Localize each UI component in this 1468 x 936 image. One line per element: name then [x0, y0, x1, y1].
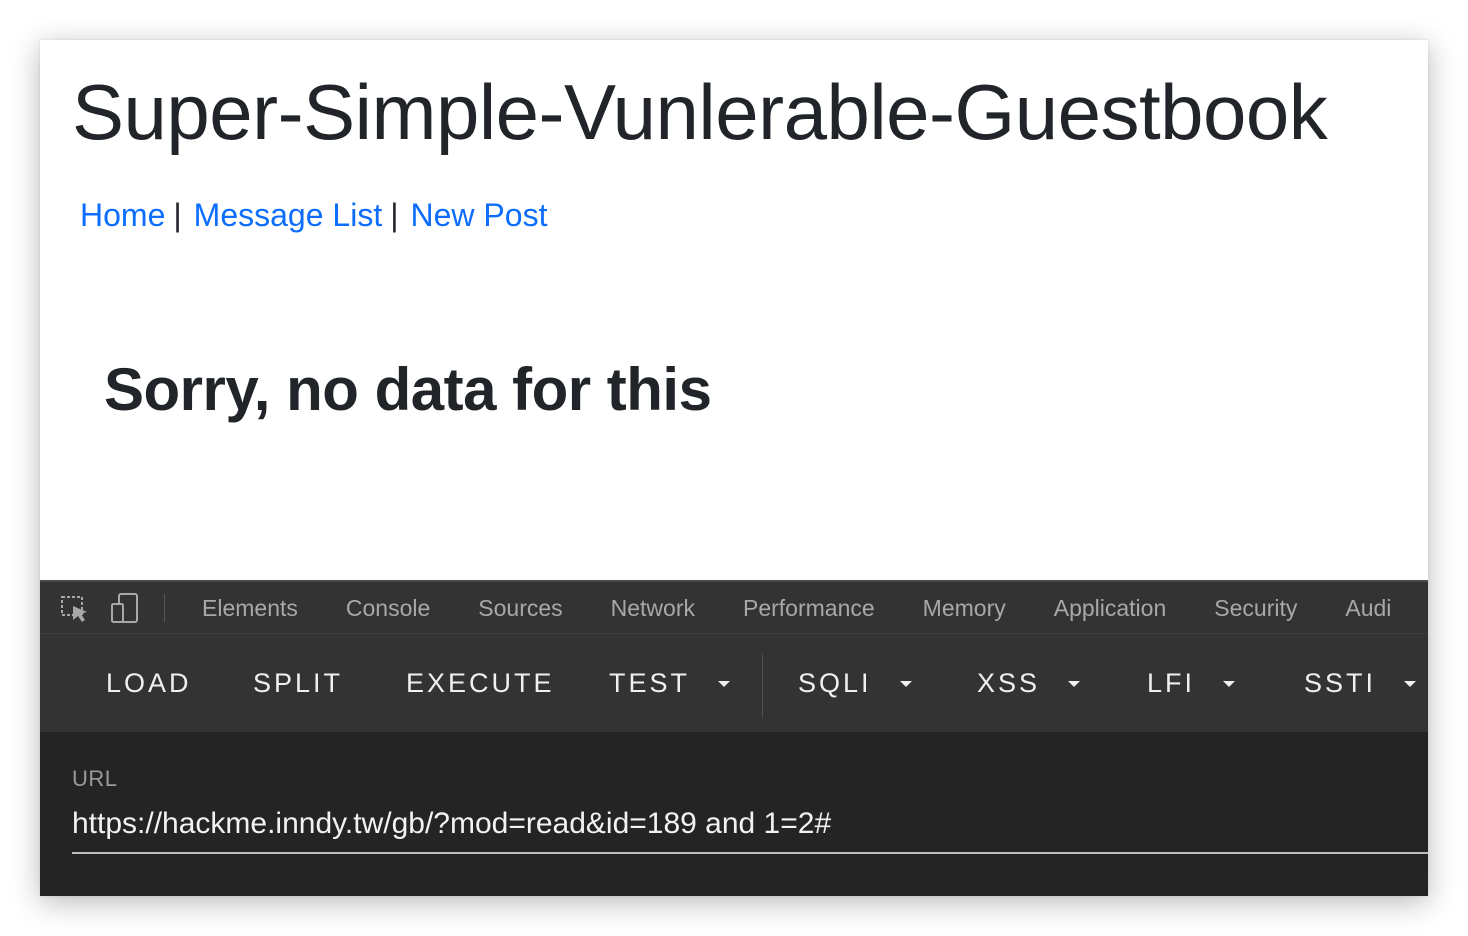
- load-button-label: LOAD: [106, 667, 192, 698]
- tab-console[interactable]: Console: [322, 582, 454, 633]
- tab-elements[interactable]: Elements: [178, 582, 322, 633]
- nav-link-new-post[interactable]: New Post: [411, 197, 548, 233]
- url-input[interactable]: [72, 796, 1428, 854]
- tab-network[interactable]: Network: [587, 582, 719, 633]
- tab-application[interactable]: Application: [1030, 582, 1191, 633]
- site-title: Super-Simple-Vunlerable-Guestbook: [72, 68, 1328, 156]
- execute-button-label: EXECUTE: [406, 667, 555, 698]
- caret-down-icon: [1404, 681, 1417, 687]
- nav-link-message-list[interactable]: Message List: [194, 197, 383, 233]
- nav-separator: |: [390, 197, 399, 233]
- lfi-dropdown-button[interactable]: LFI: [1147, 634, 1236, 732]
- sqli-dropdown-button[interactable]: SQLI: [798, 634, 912, 732]
- page-viewport: Super-Simple-Vunlerable-Guestbook Home | M…: [40, 40, 1428, 580]
- nav-link-home[interactable]: Home: [80, 197, 165, 233]
- xss-button-label: XSS: [977, 667, 1041, 698]
- caret-down-icon: [718, 681, 731, 687]
- load-button[interactable]: LOAD: [106, 634, 192, 732]
- split-button[interactable]: SPLIT: [253, 634, 343, 732]
- caret-down-icon: [1223, 681, 1236, 687]
- hackbar-toolbar: LOAD SPLIT EXECUTE TEST SQLI XSS LFI SST…: [40, 634, 1428, 732]
- browser-window: Super-Simple-Vunlerable-Guestbook Home | M…: [40, 40, 1428, 896]
- tab-sources[interactable]: Sources: [454, 582, 586, 633]
- tab-performance[interactable]: Performance: [719, 582, 899, 633]
- xss-dropdown-button[interactable]: XSS: [977, 634, 1081, 732]
- execute-button[interactable]: EXECUTE: [406, 634, 555, 732]
- lfi-button-label: LFI: [1147, 667, 1196, 698]
- devtools-tab-bar: Elements Console Sources Network Perform…: [40, 582, 1428, 634]
- test-button-label: TEST: [609, 667, 691, 698]
- caret-down-icon: [899, 681, 912, 687]
- nav-bar: Home | Message List | New Post: [80, 196, 547, 234]
- devtools-panel: Elements Console Sources Network Perform…: [40, 580, 1428, 896]
- url-label: URL: [72, 766, 118, 791]
- no-data-message: Sorry, no data for this: [104, 356, 712, 423]
- tab-memory[interactable]: Memory: [899, 582, 1030, 633]
- device-toggle-icon[interactable]: [108, 592, 142, 624]
- caret-down-icon: [1068, 681, 1081, 687]
- sqli-button-label: SQLI: [798, 667, 872, 698]
- devtools-tabs: Elements Console Sources Network Perform…: [178, 582, 1415, 633]
- nav-separator: |: [173, 197, 182, 233]
- tab-audits[interactable]: Audi: [1321, 582, 1415, 633]
- test-dropdown-button[interactable]: TEST: [609, 634, 731, 732]
- inspect-element-icon[interactable]: [58, 592, 92, 624]
- ssti-button-label: SSTI: [1304, 667, 1377, 698]
- url-area: URL: [40, 732, 1428, 896]
- toolbar-separator: [762, 654, 763, 718]
- toolbar-divider: [164, 594, 165, 622]
- split-button-label: SPLIT: [253, 667, 344, 698]
- ssti-dropdown-button[interactable]: SSTI: [1304, 634, 1417, 732]
- tab-security[interactable]: Security: [1190, 582, 1321, 633]
